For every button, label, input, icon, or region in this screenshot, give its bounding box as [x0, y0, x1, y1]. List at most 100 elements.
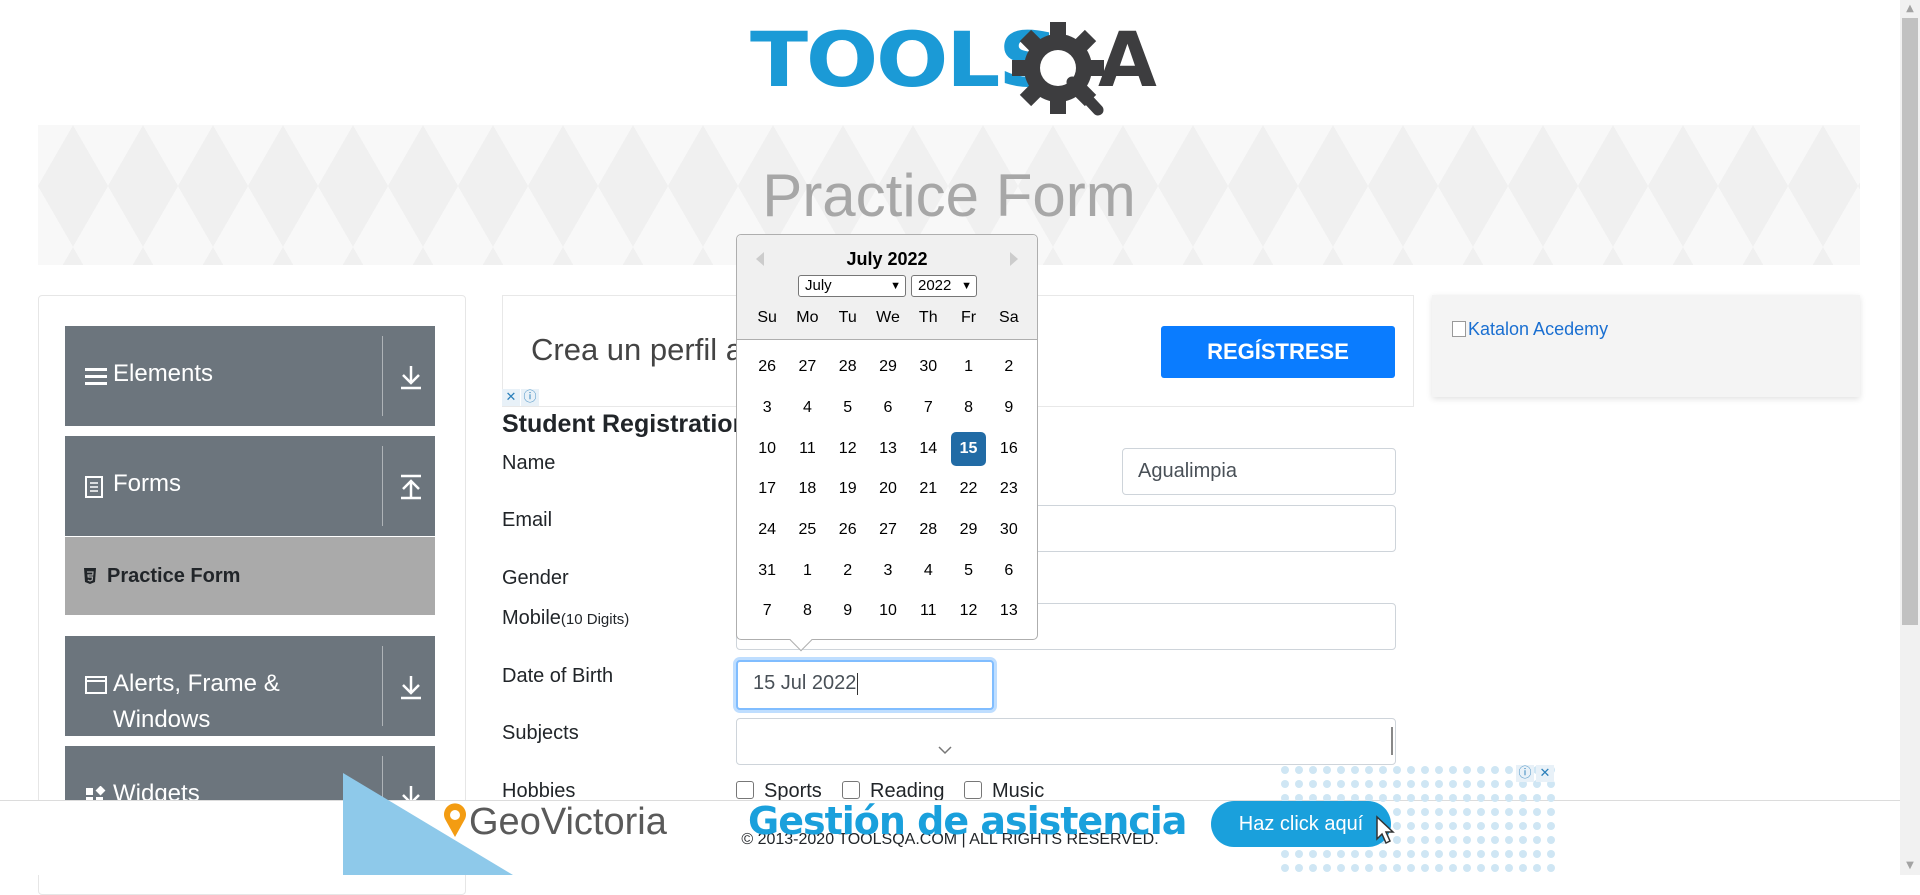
- ad-register-button[interactable]: REGÍSTRESE: [1161, 326, 1395, 378]
- ad-bottom-badges: ⓘ ✕: [1516, 765, 1554, 782]
- toolsqa-logo[interactable]: TOOLS A: [750, 15, 1160, 116]
- sidebar-group-forms[interactable]: Forms: [65, 436, 435, 536]
- next-month-icon[interactable]: [1003, 249, 1023, 269]
- weekday-label: Th: [918, 309, 938, 326]
- datepicker-day[interactable]: 30: [908, 358, 948, 376]
- datepicker-day[interactable]: 4: [787, 399, 827, 417]
- datepicker-day[interactable]: 31: [747, 562, 787, 580]
- datepicker-day[interactable]: 9: [828, 602, 868, 620]
- last-name-input[interactable]: Agualimpia: [1122, 448, 1396, 495]
- datepicker-day[interactable]: 27: [868, 521, 908, 539]
- ad-banner-bottom[interactable]: GeoVictoria Gestión de asistencia Haz cl…: [343, 763, 1556, 875]
- datepicker-month-title: July 2022: [846, 249, 928, 269]
- datepicker-day[interactable]: 7: [908, 399, 948, 417]
- datepicker-day[interactable]: 16: [989, 440, 1029, 458]
- datepicker-day[interactable]: 9: [989, 399, 1029, 417]
- email-label: Email: [502, 509, 553, 531]
- datepicker-day[interactable]: 1: [787, 562, 827, 580]
- scroll-down-icon[interactable]: ▼: [1904, 860, 1916, 872]
- subjects-input[interactable]: [736, 718, 1396, 765]
- ad-badges: ✕ ⓘ: [502, 389, 539, 406]
- datepicker-day[interactable]: 18: [787, 480, 827, 498]
- datepicker-day[interactable]: 17: [747, 480, 787, 498]
- datepicker-day[interactable]: 27: [787, 358, 827, 376]
- datepicker-day[interactable]: 5: [948, 562, 988, 580]
- datepicker-day[interactable]: 8: [787, 602, 827, 620]
- datepicker-week-row: 3456789: [747, 388, 1029, 429]
- datepicker-month-grid: 26 27 28 29 30 1 2 3 4 5 6 7 8 9 10 11 12 13 14 15 16 17 18 19 2…: [747, 347, 1029, 632]
- datepicker-day[interactable]: 10: [868, 602, 908, 620]
- datepicker-day[interactable]: 14: [908, 440, 948, 458]
- dob-label: Date of Birth: [502, 665, 614, 687]
- scroll-up-icon[interactable]: ▲: [1904, 3, 1916, 15]
- scrollbar-thumb[interactable]: [1902, 18, 1918, 625]
- datepicker-day[interactable]: 11: [787, 440, 827, 458]
- download-icon[interactable]: [397, 362, 425, 392]
- datepicker-day[interactable]: 6: [989, 562, 1029, 580]
- datepicker-day[interactable]: 24: [747, 521, 787, 539]
- datepicker-day[interactable]: 10: [747, 440, 787, 458]
- datepicker-day[interactable]: 8: [948, 399, 988, 417]
- close-icon[interactable]: ✕: [502, 389, 520, 406]
- datepicker-day[interactable]: 13: [989, 602, 1029, 620]
- datepicker-day[interactable]: 29: [948, 521, 988, 539]
- datepicker-day[interactable]: 25: [787, 521, 827, 539]
- datepicker-day[interactable]: 21: [908, 480, 948, 498]
- datepicker-week-row: 17 18 19 20 21 22 23: [747, 469, 1029, 510]
- upload-icon[interactable]: [397, 472, 425, 502]
- document-icon: [85, 476, 103, 498]
- weekday-label: We: [876, 309, 900, 326]
- sidebar-group-elements[interactable]: Elements: [65, 326, 435, 426]
- info-icon[interactable]: ⓘ: [521, 389, 539, 406]
- datepicker-day[interactable]: 11: [908, 602, 948, 620]
- datepicker-header: July 2022 July ▼ 2022 ▼ Su Mo Tu We Th F…: [737, 235, 1037, 340]
- dob-input[interactable]: 15 Jul 2022: [736, 660, 994, 710]
- datepicker-day[interactable]: 23: [989, 480, 1029, 498]
- datepicker-day[interactable]: 1: [948, 358, 988, 376]
- datepicker-day[interactable]: 7: [747, 602, 787, 620]
- datepicker-day[interactable]: 3: [868, 562, 908, 580]
- datepicker-day[interactable]: 19: [828, 480, 868, 498]
- datepicker-day[interactable]: 28: [828, 358, 868, 376]
- ad-katalon[interactable]: Katalon Acedemy: [1432, 295, 1860, 397]
- gender-label: Gender: [502, 567, 569, 589]
- datepicker-day[interactable]: 20: [868, 480, 908, 498]
- sidebar-item-practice-form[interactable]: Practice Form: [65, 537, 435, 615]
- info-icon[interactable]: ⓘ: [1516, 765, 1534, 782]
- datepicker-week-row: 10 11 12 13 14 15 16: [747, 428, 1029, 469]
- datepicker-day[interactable]: 4: [908, 562, 948, 580]
- divider: [382, 446, 383, 526]
- chevron-down-icon: ▼: [961, 280, 972, 292]
- datepicker-day-selected[interactable]: 15: [951, 431, 986, 466]
- datepicker-week-row: 31 1 2 3 4 5 6: [747, 550, 1029, 591]
- year-select-value: 2022: [918, 277, 952, 294]
- mobile-hint: (10 Digits): [560, 611, 630, 628]
- datepicker-day[interactable]: 3: [747, 399, 787, 417]
- logo-suffix: A: [1098, 15, 1157, 104]
- datepicker-day[interactable]: 26: [747, 358, 787, 376]
- close-icon[interactable]: ✕: [1536, 765, 1554, 782]
- datepicker-day[interactable]: 2: [828, 562, 868, 580]
- year-select[interactable]: 2022 ▼: [911, 275, 977, 297]
- page-title: Practice Form: [762, 162, 1136, 229]
- datepicker-day[interactable]: 6: [868, 399, 908, 417]
- ad-katalon-link[interactable]: Katalon Acedemy: [1452, 319, 1608, 340]
- datepicker-popup: July 2022 July ▼ 2022 ▼ Su Mo Tu We Th F…: [736, 234, 1038, 652]
- datepicker-day[interactable]: 30: [989, 521, 1029, 539]
- datepicker-day[interactable]: 29: [868, 358, 908, 376]
- datepicker-day[interactable]: 22: [948, 480, 988, 498]
- download-icon[interactable]: [397, 672, 425, 702]
- sidebar-group-alerts-frame-windows[interactable]: Alerts, Frame & Windows: [65, 636, 435, 736]
- month-select[interactable]: July ▼: [798, 275, 906, 297]
- datepicker-day[interactable]: 13: [868, 440, 908, 458]
- datepicker-day[interactable]: 12: [828, 440, 868, 458]
- datepicker-day[interactable]: 2: [989, 358, 1029, 376]
- subjects-label: Subjects: [502, 722, 579, 744]
- datepicker-day[interactable]: 28: [908, 521, 948, 539]
- datepicker-day[interactable]: 5: [828, 399, 868, 417]
- weekday-label: Tu: [838, 309, 857, 326]
- datepicker-day[interactable]: 26: [828, 521, 868, 539]
- datepicker-week-row: 26 27 28 29 30 1 2: [747, 347, 1029, 388]
- datepicker-day[interactable]: 12: [948, 602, 988, 620]
- dob-value: 15 Jul 2022: [753, 672, 857, 694]
